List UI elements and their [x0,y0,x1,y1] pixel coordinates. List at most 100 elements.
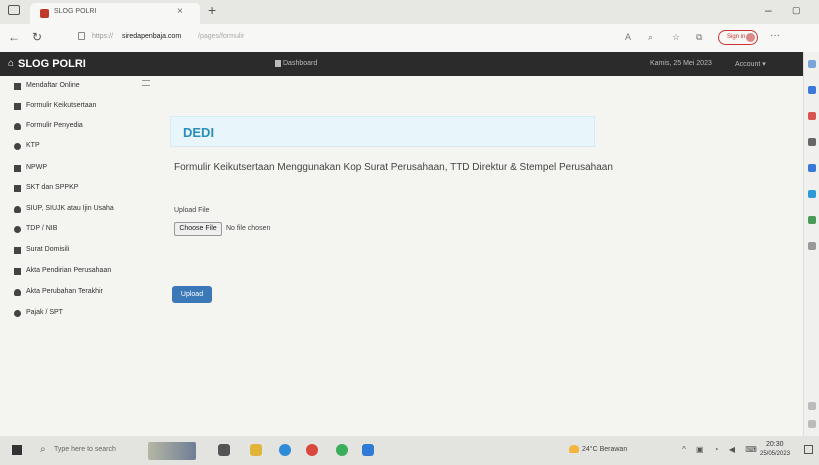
nav-date: Kamis, 25 Mei 2023 [650,60,712,67]
close-icon[interactable]: × [177,6,183,17]
shopping-icon[interactable] [808,112,816,120]
home-icon [14,247,21,254]
user-icon [14,206,21,213]
sidebar-item-tdp-nib[interactable]: TDP / NIB [14,223,150,239]
maximize-icon[interactable]: ▢ [792,5,801,16]
person-icon[interactable] [808,138,816,146]
read-aloud-icon[interactable]: A [625,32,631,42]
grid-icon [14,103,21,110]
grid-icon [14,185,21,192]
home-icon [14,83,21,90]
search-icon[interactable] [808,60,816,68]
sidebar-item-label: Formulir Keikutsertaan [26,102,97,109]
taskbar-search-input[interactable]: Type here to search [54,446,116,453]
tab-title: SLOG POLRI [54,8,97,15]
circle-icon [14,310,21,317]
sidebar-item-akta-perubahan[interactable]: Akta Perubahan Terakhir [14,286,150,302]
sidebar-item-label: KTP [26,142,40,149]
refresh-icon[interactable]: ↻ [32,30,42,44]
sidebar-item-label: NPWP [26,164,47,171]
sidebar-item-formulir-penyedia[interactable]: Formulir Penyedia [14,120,150,136]
shield-icon [40,9,49,18]
file-explorer-icon[interactable] [250,444,262,456]
windows-start-icon[interactable] [12,445,22,455]
weather-icon [569,445,579,453]
widgets-icon[interactable] [148,442,196,460]
app-navbar: ⌂ SLOG POLRI Dashboard Kamis, 25 Mei 202… [0,52,803,76]
sidebar-item-label: TDP / NIB [26,225,58,232]
taskbar: ⌕ Type here to search 24°C Berawan ^ ▣ ◔… [0,436,819,465]
store-icon[interactable] [362,444,374,456]
whatsapp-icon[interactable] [336,444,348,456]
url-path: /pages/formulir [198,33,245,40]
system-tray-icons[interactable]: ^ ▣ ◔ ◀ ⌨ [682,445,761,454]
sidebar-item-ktp[interactable]: KTP [14,140,150,156]
home-icon: ⌂ [8,58,15,69]
sidebar-item-skt-sppkp[interactable]: SKT dan SPPKP [14,182,150,198]
clock-time[interactable]: 20:30 [766,441,784,448]
sidebar-item-akta-pendirian[interactable]: Akta Pendirian Perusahaan [14,265,150,281]
sidebar-item-label: Formulir Penyedia [26,122,83,129]
nav-dashboard-link[interactable]: Dashboard [283,60,317,67]
account-menu[interactable]: Account ▾ [735,60,766,68]
weather-text[interactable]: 24°C Berawan [582,446,627,453]
sidebar-item-label: SIUP, SIUJK atau Ijin Usaha [26,205,114,212]
sign-in-label: Sign in [727,34,746,40]
tab-actions-icon[interactable] [8,5,20,15]
favorite-icon[interactable]: ☆ [672,32,680,43]
url-input[interactable]: https:// siredapenbaja.com /pages/formul… [78,29,718,47]
grid-icon [14,268,21,275]
sidebar-item-surat-domisili[interactable]: Surat Domisili [14,244,150,260]
sidebar-item-siup[interactable]: SIUP, SIUJK atau Ijin Usaha [14,203,150,219]
upload-button[interactable]: Upload [172,286,212,303]
sidebar: Mendaftar Online Formulir Keikutsertaan … [0,76,150,336]
outlook-icon[interactable] [808,164,816,172]
browser-tab[interactable]: SLOG POLRI × [30,3,200,24]
chrome-icon[interactable] [306,444,318,456]
new-tab-icon[interactable]: + [208,2,216,18]
games-icon[interactable] [808,190,816,198]
screen: SLOG POLRI × + – ▢ ← ↻ https:// siredape… [0,0,819,465]
circle-icon [14,143,21,150]
zoom-icon[interactable]: ⌕ [648,32,653,43]
sidebar-item-label: Pajak / SPT [26,309,63,316]
gear-icon[interactable] [808,420,816,428]
no-file-text: No file chosen [226,225,271,232]
notification-icon[interactable] [804,445,813,454]
sidebar-item-mendaftar-online[interactable]: Mendaftar Online [14,80,150,96]
user-icon [14,123,21,130]
lock-icon [78,32,85,40]
sidebar-item-npwp[interactable]: NPWP [14,162,150,178]
settings-icon[interactable] [808,402,816,410]
user-icon [14,289,21,296]
sign-in-button[interactable]: Sign in [718,30,758,45]
add-icon[interactable] [808,242,816,250]
url-protocol: https:// [92,33,114,40]
circle-icon [14,226,21,233]
task-view-icon[interactable] [218,444,230,456]
sidebar-item-pajak-spt[interactable]: Pajak / SPT [14,307,150,323]
sidebar-item-label: SKT dan SPPKP [26,184,79,191]
address-bar: ← ↻ https:// siredapenbaja.com /pages/fo… [0,24,819,52]
brand[interactable]: SLOG POLRI [18,58,86,70]
choose-file-button[interactable]: Choose File [174,222,222,236]
page-title: DEDI [183,125,215,140]
form-description: Formulir Keikutsertaan Menggunakan Kop S… [174,162,613,173]
sidebar-item-label: Akta Perubahan Terakhir [26,288,103,295]
home-icon [14,165,21,172]
discover-icon[interactable] [808,86,816,94]
edge-icon[interactable] [279,444,291,456]
more-icon[interactable]: ··· [770,30,780,41]
clock-date[interactable]: 25/05/2023 [760,451,790,457]
sidebar-item-formulir-keikutsertaan[interactable]: Formulir Keikutsertaan [14,100,150,116]
sidebar-item-label: Akta Pendirian Perusahaan [26,267,112,274]
back-icon[interactable]: ← [8,30,20,44]
dashboard-icon [275,60,281,67]
tools-icon[interactable] [808,216,816,224]
minimize-icon[interactable]: – [765,3,772,17]
upload-file-label: Upload File [174,207,210,214]
avatar [746,33,755,42]
collections-icon[interactable]: ⧉ [696,32,702,43]
sidebar-toggle-icon[interactable] [142,80,150,86]
sidebar-item-label: Surat Domisili [26,246,70,253]
